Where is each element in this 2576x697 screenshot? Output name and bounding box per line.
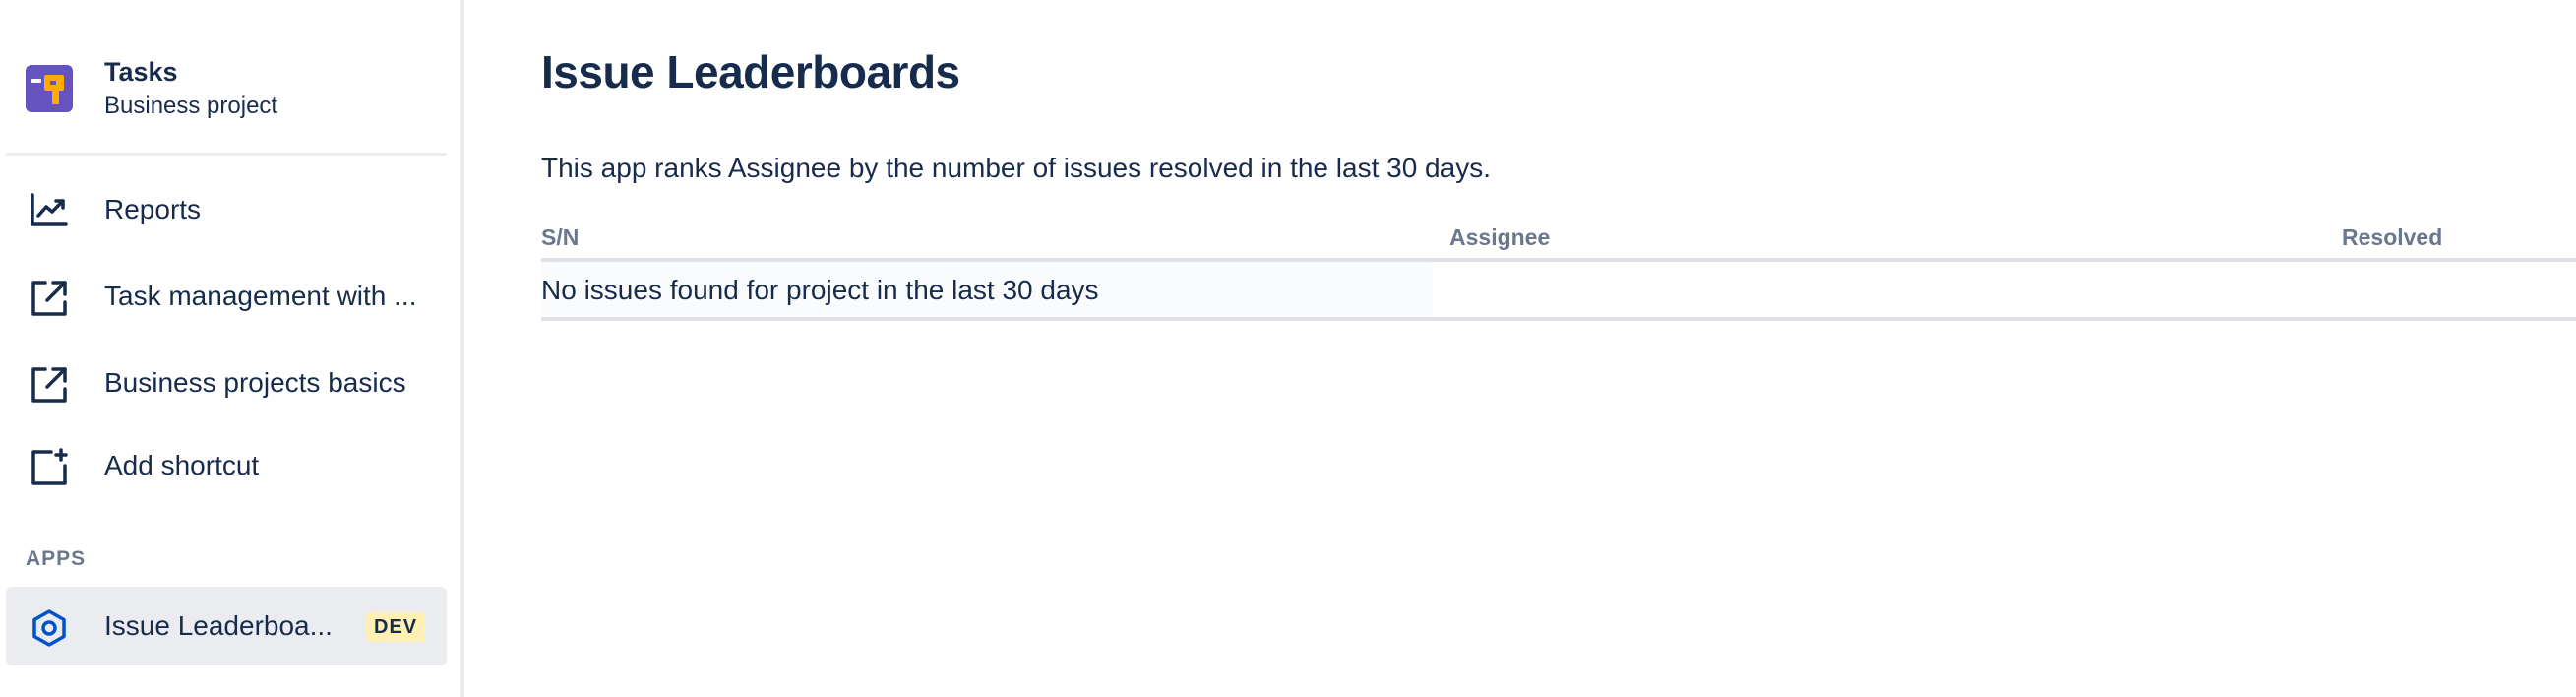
hexagon-app-icon — [30, 608, 69, 647]
project-type: Business project — [104, 93, 278, 119]
project-header[interactable]: Tasks Business project — [26, 57, 449, 126]
column-header-resolved[interactable]: Resolved — [2342, 224, 2442, 251]
empty-state-message: No issues found for project in the last … — [541, 275, 1099, 305]
page-title: Issue Leaderboards — [541, 46, 960, 97]
table-row: No issues found for project in the last … — [541, 262, 2576, 321]
empty-state-cell: No issues found for project in the last … — [541, 262, 1433, 317]
column-header-sn[interactable]: S/N — [541, 224, 579, 251]
column-header-assignee[interactable]: Assignee — [1449, 224, 1550, 251]
sidebar-item-label: Task management with ... — [104, 281, 417, 311]
dev-badge: DEV — [366, 612, 426, 642]
external-link-icon — [30, 365, 69, 403]
table-header: S/N Assignee Resolved — [541, 219, 2576, 262]
leaderboard-table: S/N Assignee Resolved No issues found fo… — [541, 219, 2576, 321]
project-avatar-icon — [26, 65, 73, 112]
sidebar-item-label: Issue Leaderboa... — [104, 610, 333, 641]
sidebar-item-issue-leaderboards[interactable]: Issue Leaderboa... DEV — [6, 587, 447, 665]
project-name: Tasks — [104, 57, 178, 87]
sidebar-item-label: Reports — [104, 194, 202, 224]
apps-section-heading: APPS — [26, 547, 87, 570]
sidebar-item-label: Business projects basics — [104, 367, 406, 398]
add-shortcut-icon — [30, 448, 69, 485]
main-content: Issue Leaderboards This app ranks Assign… — [468, 0, 2576, 697]
sidebar-item-reports[interactable]: Reports — [6, 170, 447, 249]
sidebar: Tasks Business project Reports Task mana… — [0, 0, 464, 697]
sidebar-item-business-projects-basics[interactable]: Business projects basics — [6, 344, 447, 422]
sidebar-item-add-shortcut[interactable]: Add shortcut — [6, 426, 447, 505]
sidebar-item-task-management[interactable]: Task management with ... — [6, 257, 447, 336]
chart-line-icon — [30, 192, 69, 227]
page-description: This app ranks Assignee by the number of… — [541, 153, 1491, 183]
sidebar-divider — [6, 153, 447, 156]
external-link-icon — [30, 279, 69, 316]
sidebar-item-label: Add shortcut — [104, 450, 260, 480]
